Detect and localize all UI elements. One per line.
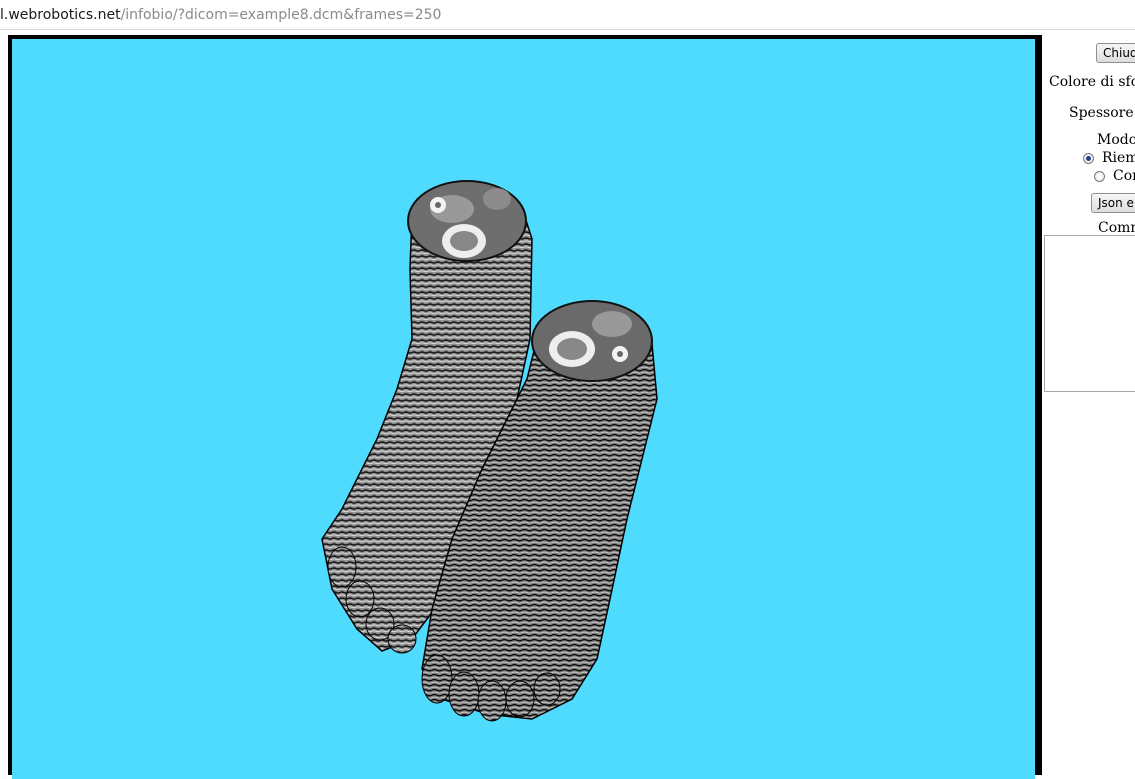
mode-label: Modo [1097,132,1135,148]
url-path: /infobio/?dicom=example8.dcm&frames=250 [120,7,442,23]
comment-label: Comm [1098,220,1135,236]
mode-option-fill-label: Riemp [1102,150,1135,166]
address-bar[interactable]: l.webrobotics.net/infobio/?dicom=example… [0,0,1135,30]
background-color-label: Colore di sfon [1049,74,1135,90]
close-button[interactable]: Chiud [1096,43,1135,63]
comment-textarea[interactable] [1044,235,1135,392]
mode-option-contour-label: Cor [1113,168,1135,184]
mode-radio-contour[interactable] [1094,171,1105,182]
control-panel: Chiud Colore di sfon Spessore s Modo Rie… [1042,30,1135,767]
mode-radio-fill[interactable] [1083,153,1094,164]
viewer-viewport[interactable] [12,39,1035,779]
thickness-label: Spessore s [1069,105,1135,121]
dicom-viewer-canvas[interactable] [8,35,1042,779]
url-domain: l.webrobotics.net [0,7,121,23]
json-export-button[interactable]: Json e [1091,193,1135,213]
feet-3d-render [321,180,658,722]
